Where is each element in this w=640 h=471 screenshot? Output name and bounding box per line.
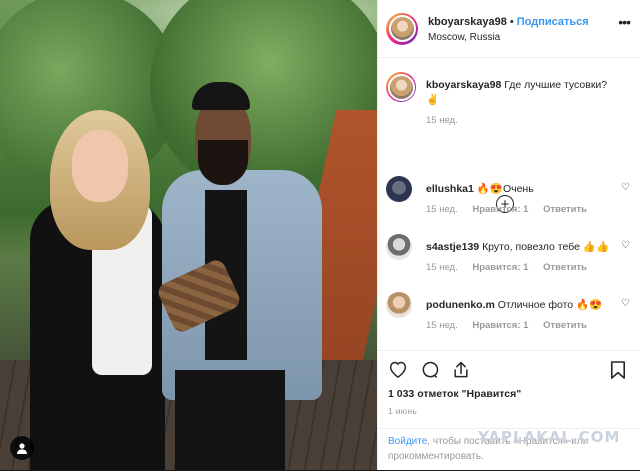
comment-username[interactable]: podunenko.m (426, 299, 495, 311)
comment-username[interactable]: ellushka1 (426, 183, 474, 195)
more-horizontal-icon[interactable]: ••• (618, 14, 631, 30)
reply-button[interactable]: Ответить (543, 320, 587, 331)
caption-username[interactable]: kboyarskaya98 (426, 79, 501, 91)
comment-avatar[interactable] (386, 292, 412, 318)
comment-avatar[interactable] (386, 176, 412, 202)
comment-likes[interactable]: Нравится: 1 (472, 320, 528, 331)
post-location[interactable]: Moscow, Russia (428, 30, 589, 45)
comment-time[interactable]: 15 нед. (426, 262, 458, 273)
share-icon[interactable] (451, 360, 471, 385)
comment-text: Круто, повезло тебе 👍👍 (482, 241, 610, 253)
watermark: YAPLAKAL.COM (478, 428, 621, 446)
caption: kboyarskaya98 Где лучшие тусовки? ✌ 15 н… (386, 72, 632, 132)
login-link[interactable]: Войдите (388, 436, 427, 447)
bookmark-icon[interactable] (610, 360, 626, 385)
post-actions (378, 350, 640, 391)
comment-heart-icon[interactable]: ♡ (621, 240, 630, 251)
comment-avatar[interactable] (386, 234, 412, 260)
comment-heart-icon[interactable]: ♡ (621, 298, 630, 309)
footer-text-line2: прокомментировать. (388, 451, 484, 462)
caption-time[interactable]: 15 нед. (426, 115, 458, 126)
comments-list: kboyarskaya98 Где лучшие тусовки? ✌ 15 н… (378, 58, 640, 350)
comment-time[interactable]: 15 нед. (426, 204, 458, 215)
comment-heart-icon[interactable]: ♡ (621, 182, 630, 193)
reply-button[interactable]: Ответить (543, 204, 587, 215)
comment-likes[interactable]: Нравится: 1 (472, 204, 528, 215)
post-sidebar: kboyarskaya98 • Подписаться Moscow, Russia… (377, 0, 640, 470)
comment-text: 🔥😍Очень (476, 183, 534, 195)
heart-icon[interactable] (388, 360, 408, 383)
separator-dot: • (509, 15, 514, 28)
author-username[interactable]: kboyarskaya98 (428, 16, 507, 28)
comment-icon[interactable] (420, 360, 440, 385)
caption-avatar[interactable] (386, 72, 416, 102)
comment-likes[interactable]: Нравится: 1 (472, 262, 528, 273)
post-photo[interactable] (0, 0, 377, 470)
post-header: kboyarskaya98 • Подписаться Moscow, Russia… (378, 0, 640, 58)
author-avatar[interactable] (386, 12, 418, 45)
caption-text: Где лучшие тусовки? (504, 79, 608, 91)
reply-button[interactable]: Ответить (543, 262, 587, 273)
victory-hand-emoji: ✌ (426, 94, 440, 106)
comment-time[interactable]: 15 нед. (426, 320, 458, 331)
photo-man-pants (175, 370, 285, 470)
photo-woman-face (72, 130, 128, 202)
post-date[interactable]: 1 июнь (388, 406, 417, 416)
likes-count[interactable]: 1 033 отметок "Нравится" (388, 388, 521, 400)
comment-username[interactable]: s4astje139 (426, 241, 479, 253)
user-tag-icon[interactable] (10, 436, 34, 460)
comment-text: Отличное фото 🔥😍 (497, 299, 603, 311)
follow-button[interactable]: Подписаться (517, 16, 589, 28)
